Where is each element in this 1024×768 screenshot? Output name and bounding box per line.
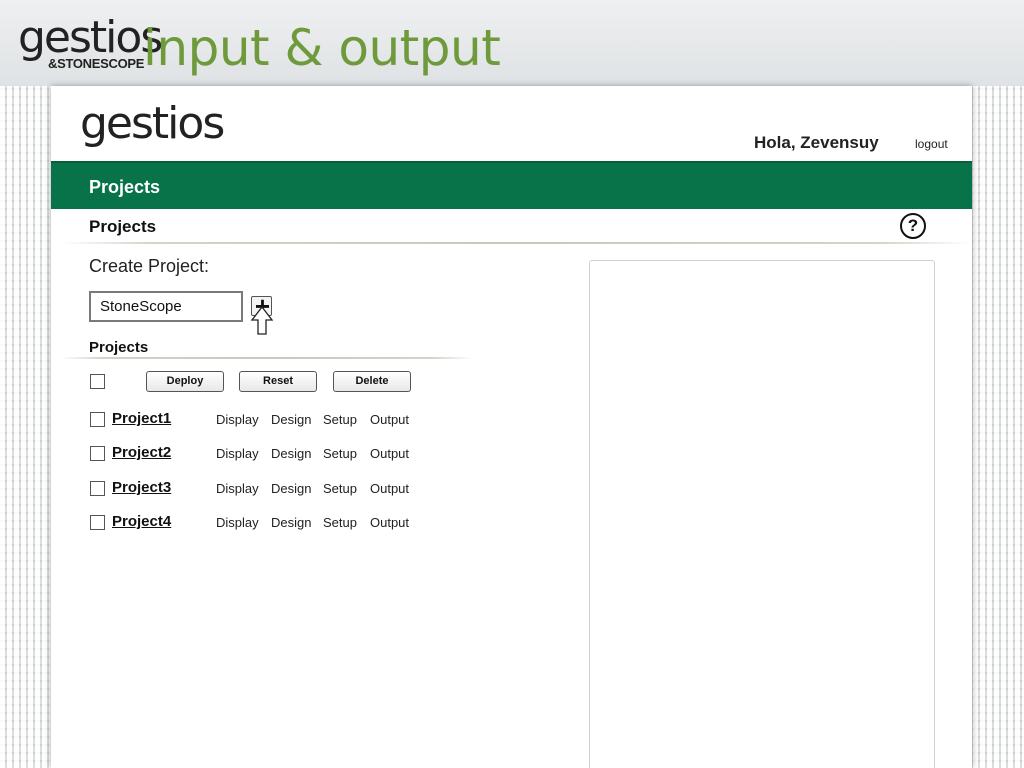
project-name-link[interactable]: Project1: [112, 410, 171, 427]
section-title: Projects: [89, 217, 157, 236]
project-row: Project4 Display Design Setup Output: [51, 513, 521, 533]
display-link[interactable]: Display: [216, 412, 259, 427]
project-row: Project3 Display Design Setup Output: [51, 479, 521, 499]
project-checkbox[interactable]: [90, 412, 105, 427]
help-icon[interactable]: ?: [900, 213, 926, 239]
app-logo: gestios: [80, 98, 225, 149]
user-greeting: Hola, Zevensuy: [754, 133, 879, 152]
design-link[interactable]: Design: [271, 481, 311, 496]
project-checkbox[interactable]: [90, 515, 105, 530]
project-name-link[interactable]: Project3: [112, 479, 171, 496]
project-row: Project1 Display Design Setup Output: [51, 410, 521, 430]
brand-logo-word: gestios: [18, 12, 163, 63]
reset-button[interactable]: Reset: [239, 371, 317, 392]
create-project-label: Create Project:: [89, 256, 210, 276]
design-link[interactable]: Design: [271, 446, 311, 461]
setup-link[interactable]: Setup: [323, 446, 357, 461]
setup-link[interactable]: Setup: [323, 515, 357, 530]
output-link[interactable]: Output: [370, 515, 409, 530]
brand-logo: gestios &STONESCOPE: [18, 14, 163, 76]
projects-list-title: Projects: [89, 339, 149, 356]
output-link[interactable]: Output: [370, 446, 409, 461]
logout-link[interactable]: logout: [915, 137, 948, 151]
deploy-button[interactable]: Deploy: [146, 371, 224, 392]
output-link[interactable]: Output: [370, 481, 409, 496]
output-link[interactable]: Output: [370, 412, 409, 427]
nav-title: Projects: [89, 177, 161, 197]
project-detail-panel: [589, 260, 935, 768]
select-all-checkbox[interactable]: [90, 374, 105, 389]
display-link[interactable]: Display: [216, 481, 259, 496]
project-row: Project2 Display Design Setup Output: [51, 444, 521, 464]
cursor-arrow-icon: [250, 306, 274, 335]
project-name-input[interactable]: [89, 291, 243, 322]
setup-link[interactable]: Setup: [323, 412, 357, 427]
display-link[interactable]: Display: [216, 446, 259, 461]
project-checkbox[interactable]: [90, 446, 105, 461]
projects-list-divider: [61, 357, 473, 359]
design-link[interactable]: Design: [271, 515, 311, 530]
project-name-link[interactable]: Project2: [112, 444, 171, 461]
app-window: gestios Hola, Zevensuy logout Projects P…: [51, 86, 972, 768]
design-link[interactable]: Design: [271, 412, 311, 427]
nav-bar: Projects: [51, 161, 972, 209]
slide-header: gestios &STONESCOPE input & output: [0, 0, 1024, 86]
section-divider: [61, 242, 971, 244]
setup-link[interactable]: Setup: [323, 481, 357, 496]
project-name-link[interactable]: Project4: [112, 513, 171, 530]
display-link[interactable]: Display: [216, 515, 259, 530]
brand-logo-subtitle: &STONESCOPE: [48, 56, 145, 71]
delete-button[interactable]: Delete: [333, 371, 411, 392]
project-checkbox[interactable]: [90, 481, 105, 496]
slide-title: input & output: [143, 19, 501, 77]
